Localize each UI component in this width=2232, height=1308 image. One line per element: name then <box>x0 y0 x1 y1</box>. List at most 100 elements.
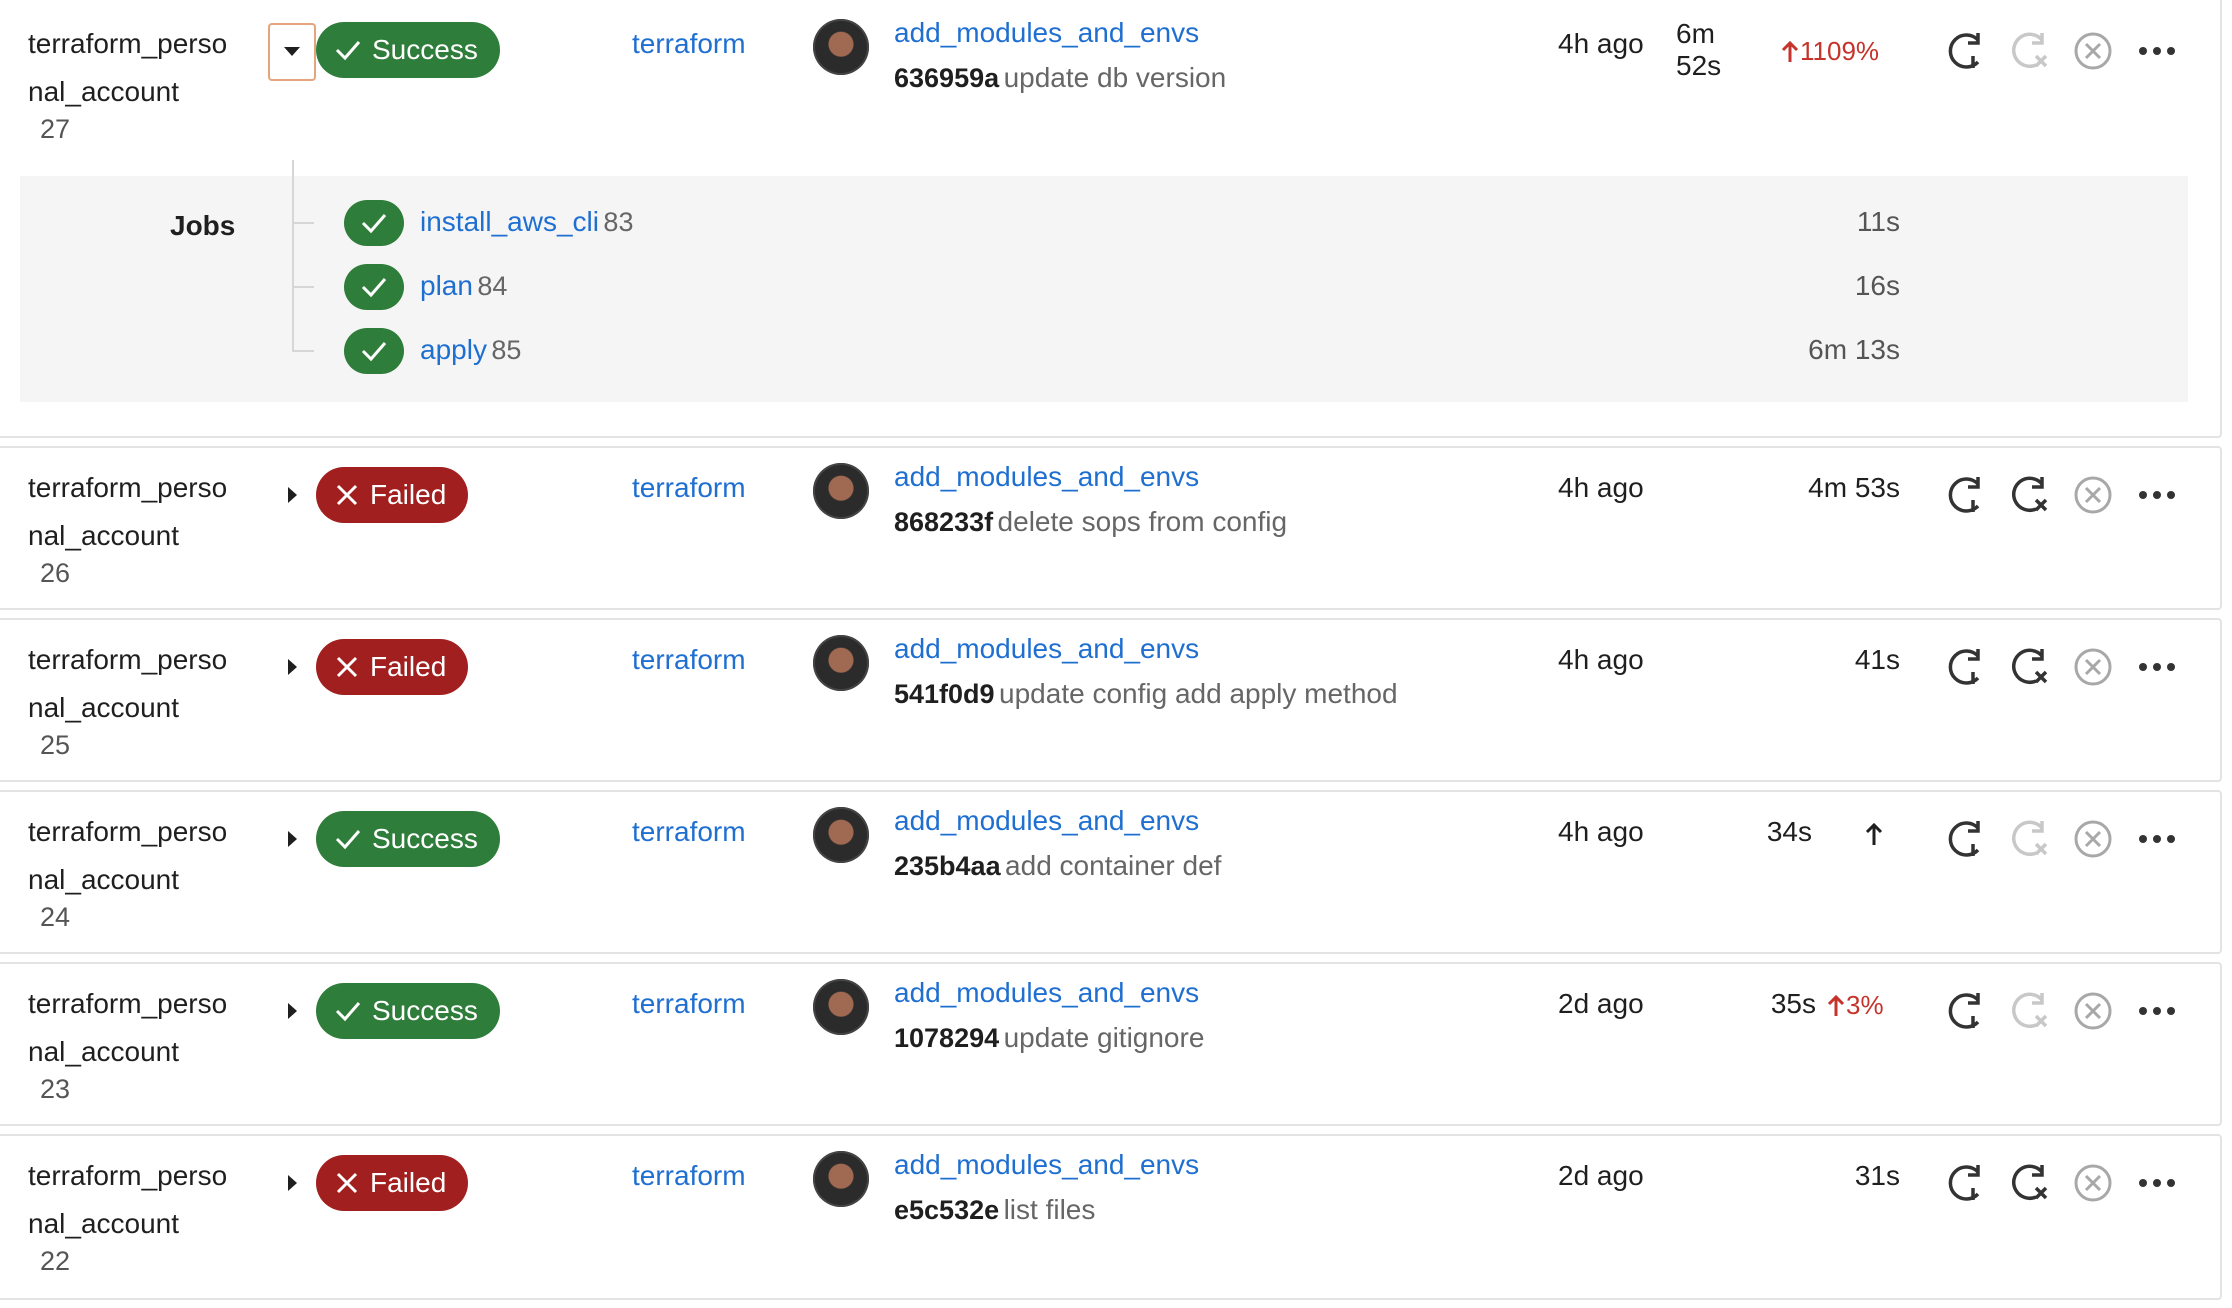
status-badge[interactable]: Failed <box>316 639 469 695</box>
commit-sha[interactable]: e5c532e <box>894 1195 999 1225</box>
arrow-up-icon <box>1865 822 1883 845</box>
retry-failed-icon <box>2012 32 2048 69</box>
retry-button[interactable] <box>1942 28 1988 79</box>
pipeline-name[interactable]: terraform_perso nal_account <box>28 808 258 904</box>
commit-sha[interactable]: 541f0d9 <box>894 679 995 709</box>
more-actions-button[interactable] <box>2134 644 2180 695</box>
stage-link[interactable]: terraform <box>632 988 746 1020</box>
retry-failed-button[interactable] <box>2006 472 2052 523</box>
pipeline-name[interactable]: terraform_perso nal_account <box>28 20 258 116</box>
caret-right-icon[interactable] <box>288 487 297 503</box>
pipeline-list: terraform_perso nal_account 27 Success t… <box>0 0 2232 1308</box>
commit-sha[interactable]: 1078294 <box>894 1023 999 1053</box>
avatar[interactable] <box>813 1151 869 1207</box>
pipeline-time: 4h ago <box>1558 816 1644 847</box>
more-actions-button[interactable] <box>2134 988 2180 1039</box>
check-icon <box>335 1002 361 1022</box>
pipeline-name[interactable]: terraform_perso nal_account <box>28 636 258 732</box>
commit-sha[interactable]: 868233f <box>894 507 993 537</box>
retry-button[interactable] <box>1942 472 1988 523</box>
pipeline-number: 25 <box>40 730 71 760</box>
tree-line <box>292 160 294 350</box>
cancel-button[interactable] <box>2070 28 2116 79</box>
job-item[interactable]: install_aws_cli 83 <box>420 206 633 238</box>
avatar[interactable] <box>813 979 869 1035</box>
retry-button[interactable] <box>1942 816 1988 867</box>
avatar[interactable] <box>813 807 869 863</box>
more-actions-button[interactable] <box>2134 816 2180 867</box>
retry-icon <box>1948 477 1980 513</box>
commit-line: e5c532e list files <box>894 1194 1095 1226</box>
cancel-button[interactable] <box>2070 644 2116 695</box>
pipeline-duration: 35s <box>1770 988 1816 1019</box>
job-name[interactable]: install_aws_cli <box>420 206 599 237</box>
job-status-icon[interactable] <box>344 264 404 310</box>
stage-link[interactable]: terraform <box>632 1160 746 1192</box>
avatar[interactable] <box>813 635 869 691</box>
retry-failed-button[interactable] <box>2006 988 2052 1039</box>
job-item[interactable]: apply 85 <box>420 334 521 366</box>
status-badge[interactable]: Success <box>316 22 500 78</box>
job-status-icon[interactable] <box>344 328 404 374</box>
cancel-icon <box>2074 992 2112 1030</box>
retry-failed-button[interactable] <box>2006 644 2052 695</box>
job-status-icon[interactable] <box>344 200 404 246</box>
commit-message[interactable]: update config add apply method <box>999 678 1398 709</box>
status-badge[interactable]: Failed <box>316 467 469 523</box>
pipeline-name-line1: terraform_perso <box>28 28 228 59</box>
commit-message[interactable]: update gitignore <box>1004 1022 1205 1053</box>
cancel-button[interactable] <box>2070 816 2116 867</box>
pipeline-name[interactable]: terraform_perso nal_account <box>28 980 258 1076</box>
more-actions-button[interactable] <box>2134 472 2180 523</box>
pipeline-name[interactable]: terraform_perso nal_account <box>28 464 258 560</box>
pipeline-name[interactable]: terraform_perso nal_account <box>28 1152 258 1248</box>
branch-link[interactable]: add_modules_and_envs <box>894 1149 1199 1181</box>
branch-link[interactable]: add_modules_and_envs <box>894 461 1199 493</box>
branch-link[interactable]: add_modules_and_envs <box>894 805 1199 837</box>
branch-link[interactable]: add_modules_and_envs <box>894 633 1199 665</box>
branch-link[interactable]: add_modules_and_envs <box>894 17 1199 49</box>
cancel-icon <box>2074 648 2112 686</box>
more-actions-button[interactable] <box>2134 1160 2180 1211</box>
retry-button[interactable] <box>1942 988 1988 1039</box>
job-id: 83 <box>603 207 634 237</box>
status-badge[interactable]: Success <box>316 811 500 867</box>
cancel-button[interactable] <box>2070 988 2116 1039</box>
branch-link[interactable]: add_modules_and_envs <box>894 977 1199 1009</box>
pipeline-duration: 6m 52s <box>1676 18 1721 82</box>
retry-failed-button[interactable] <box>2006 28 2052 79</box>
pipeline-time: 4h ago <box>1558 28 1644 59</box>
retry-failed-button[interactable] <box>2006 816 2052 867</box>
commit-message[interactable]: add container def <box>1005 850 1221 881</box>
stage-link[interactable]: terraform <box>632 816 746 848</box>
avatar[interactable] <box>813 463 869 519</box>
stage-link[interactable]: terraform <box>632 472 746 504</box>
cancel-button[interactable] <box>2070 1160 2116 1211</box>
caret-right-icon[interactable] <box>288 1175 297 1191</box>
pipeline-time: 2d ago <box>1558 988 1644 1019</box>
retry-button[interactable] <box>1942 1160 1988 1211</box>
commit-message[interactable]: delete sops from config <box>998 506 1288 537</box>
more-actions-button[interactable] <box>2134 28 2180 79</box>
cancel-button[interactable] <box>2070 472 2116 523</box>
commit-sha[interactable]: 636959a <box>894 63 999 93</box>
commit-message[interactable]: update db version <box>1004 62 1227 93</box>
status-badge[interactable]: Failed <box>316 1155 469 1211</box>
job-item[interactable]: plan 84 <box>420 270 507 302</box>
pipeline-duration: 41s <box>1854 644 1900 675</box>
job-name[interactable]: apply <box>420 334 487 365</box>
caret-right-icon[interactable] <box>288 659 297 675</box>
job-name[interactable]: plan <box>420 270 473 301</box>
caret-right-icon[interactable] <box>288 831 297 847</box>
stage-link[interactable]: terraform <box>632 28 746 60</box>
commit-message[interactable]: list files <box>1004 1194 1096 1225</box>
retry-failed-button[interactable] <box>2006 1160 2052 1211</box>
retry-button[interactable] <box>1942 644 1988 695</box>
status-badge[interactable]: Success <box>316 983 500 1039</box>
stage-link[interactable]: terraform <box>632 644 746 676</box>
avatar[interactable] <box>813 19 869 75</box>
caret-right-icon[interactable] <box>288 1003 297 1019</box>
commit-sha[interactable]: 235b4aa <box>894 851 1001 881</box>
arrow-up-icon <box>1781 40 1799 62</box>
collapse-jobs-button[interactable] <box>268 23 316 81</box>
